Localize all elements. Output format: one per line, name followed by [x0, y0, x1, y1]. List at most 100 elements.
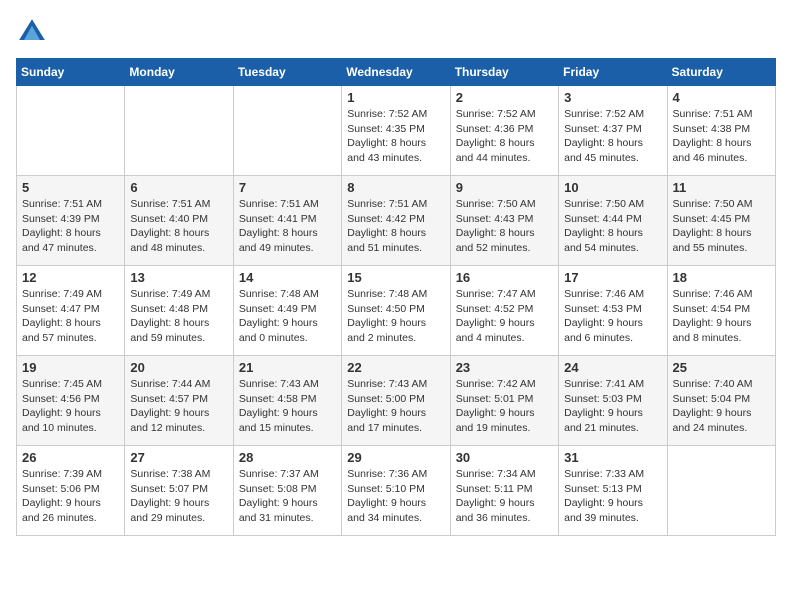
day-info: Sunrise: 7:50 AMSunset: 4:45 PMDaylight:… [673, 197, 770, 256]
weekday-header: Saturday [667, 59, 775, 86]
day-number: 17 [564, 270, 661, 285]
calendar-cell: 30 Sunrise: 7:34 AMSunset: 5:11 PMDaylig… [450, 446, 558, 536]
day-info: Sunrise: 7:39 AMSunset: 5:06 PMDaylight:… [22, 467, 119, 526]
day-info: Sunrise: 7:38 AMSunset: 5:07 PMDaylight:… [130, 467, 227, 526]
calendar-cell: 20 Sunrise: 7:44 AMSunset: 4:57 PMDaylig… [125, 356, 233, 446]
day-number: 26 [22, 450, 119, 465]
day-number: 10 [564, 180, 661, 195]
day-number: 19 [22, 360, 119, 375]
day-info: Sunrise: 7:50 AMSunset: 4:43 PMDaylight:… [456, 197, 553, 256]
day-info: Sunrise: 7:51 AMSunset: 4:42 PMDaylight:… [347, 197, 444, 256]
day-info: Sunrise: 7:49 AMSunset: 4:48 PMDaylight:… [130, 287, 227, 346]
calendar-week-row: 19 Sunrise: 7:45 AMSunset: 4:56 PMDaylig… [17, 356, 776, 446]
calendar-cell: 8 Sunrise: 7:51 AMSunset: 4:42 PMDayligh… [342, 176, 450, 266]
calendar-cell: 19 Sunrise: 7:45 AMSunset: 4:56 PMDaylig… [17, 356, 125, 446]
day-info: Sunrise: 7:52 AMSunset: 4:37 PMDaylight:… [564, 107, 661, 166]
day-number: 30 [456, 450, 553, 465]
calendar-cell: 28 Sunrise: 7:37 AMSunset: 5:08 PMDaylig… [233, 446, 341, 536]
day-number: 31 [564, 450, 661, 465]
day-number: 18 [673, 270, 770, 285]
day-number: 20 [130, 360, 227, 375]
calendar-week-row: 5 Sunrise: 7:51 AMSunset: 4:39 PMDayligh… [17, 176, 776, 266]
calendar-cell: 15 Sunrise: 7:48 AMSunset: 4:50 PMDaylig… [342, 266, 450, 356]
weekday-header: Thursday [450, 59, 558, 86]
calendar-cell [17, 86, 125, 176]
day-info: Sunrise: 7:46 AMSunset: 4:54 PMDaylight:… [673, 287, 770, 346]
day-info: Sunrise: 7:33 AMSunset: 5:13 PMDaylight:… [564, 467, 661, 526]
day-info: Sunrise: 7:51 AMSunset: 4:41 PMDaylight:… [239, 197, 336, 256]
day-info: Sunrise: 7:37 AMSunset: 5:08 PMDaylight:… [239, 467, 336, 526]
day-info: Sunrise: 7:45 AMSunset: 4:56 PMDaylight:… [22, 377, 119, 436]
day-info: Sunrise: 7:42 AMSunset: 5:01 PMDaylight:… [456, 377, 553, 436]
calendar-cell [233, 86, 341, 176]
calendar-cell: 11 Sunrise: 7:50 AMSunset: 4:45 PMDaylig… [667, 176, 775, 266]
logo [16, 16, 52, 48]
weekday-header: Monday [125, 59, 233, 86]
calendar-header-row: SundayMondayTuesdayWednesdayThursdayFrid… [17, 59, 776, 86]
day-number: 9 [456, 180, 553, 195]
day-number: 8 [347, 180, 444, 195]
day-info: Sunrise: 7:47 AMSunset: 4:52 PMDaylight:… [456, 287, 553, 346]
calendar-cell: 14 Sunrise: 7:48 AMSunset: 4:49 PMDaylig… [233, 266, 341, 356]
day-info: Sunrise: 7:34 AMSunset: 5:11 PMDaylight:… [456, 467, 553, 526]
calendar-cell: 3 Sunrise: 7:52 AMSunset: 4:37 PMDayligh… [559, 86, 667, 176]
day-number: 1 [347, 90, 444, 105]
day-number: 13 [130, 270, 227, 285]
calendar-cell: 5 Sunrise: 7:51 AMSunset: 4:39 PMDayligh… [17, 176, 125, 266]
day-number: 15 [347, 270, 444, 285]
calendar-cell [125, 86, 233, 176]
day-info: Sunrise: 7:51 AMSunset: 4:40 PMDaylight:… [130, 197, 227, 256]
day-info: Sunrise: 7:48 AMSunset: 4:49 PMDaylight:… [239, 287, 336, 346]
day-info: Sunrise: 7:43 AMSunset: 5:00 PMDaylight:… [347, 377, 444, 436]
weekday-header: Sunday [17, 59, 125, 86]
weekday-header: Friday [559, 59, 667, 86]
day-number: 23 [456, 360, 553, 375]
calendar-cell: 31 Sunrise: 7:33 AMSunset: 5:13 PMDaylig… [559, 446, 667, 536]
calendar-cell: 24 Sunrise: 7:41 AMSunset: 5:03 PMDaylig… [559, 356, 667, 446]
day-number: 2 [456, 90, 553, 105]
day-info: Sunrise: 7:51 AMSunset: 4:39 PMDaylight:… [22, 197, 119, 256]
day-number: 21 [239, 360, 336, 375]
calendar-cell: 10 Sunrise: 7:50 AMSunset: 4:44 PMDaylig… [559, 176, 667, 266]
calendar-cell: 4 Sunrise: 7:51 AMSunset: 4:38 PMDayligh… [667, 86, 775, 176]
day-number: 16 [456, 270, 553, 285]
logo-icon [16, 16, 48, 48]
calendar-cell: 1 Sunrise: 7:52 AMSunset: 4:35 PMDayligh… [342, 86, 450, 176]
day-number: 25 [673, 360, 770, 375]
day-number: 22 [347, 360, 444, 375]
calendar-cell: 16 Sunrise: 7:47 AMSunset: 4:52 PMDaylig… [450, 266, 558, 356]
day-info: Sunrise: 7:48 AMSunset: 4:50 PMDaylight:… [347, 287, 444, 346]
day-number: 27 [130, 450, 227, 465]
calendar-cell: 9 Sunrise: 7:50 AMSunset: 4:43 PMDayligh… [450, 176, 558, 266]
day-info: Sunrise: 7:52 AMSunset: 4:36 PMDaylight:… [456, 107, 553, 166]
calendar-table: SundayMondayTuesdayWednesdayThursdayFrid… [16, 58, 776, 536]
calendar-cell: 21 Sunrise: 7:43 AMSunset: 4:58 PMDaylig… [233, 356, 341, 446]
calendar-cell: 2 Sunrise: 7:52 AMSunset: 4:36 PMDayligh… [450, 86, 558, 176]
day-number: 5 [22, 180, 119, 195]
calendar-week-row: 26 Sunrise: 7:39 AMSunset: 5:06 PMDaylig… [17, 446, 776, 536]
day-number: 3 [564, 90, 661, 105]
day-number: 24 [564, 360, 661, 375]
day-info: Sunrise: 7:46 AMSunset: 4:53 PMDaylight:… [564, 287, 661, 346]
day-info: Sunrise: 7:36 AMSunset: 5:10 PMDaylight:… [347, 467, 444, 526]
weekday-header: Tuesday [233, 59, 341, 86]
day-number: 11 [673, 180, 770, 195]
day-number: 6 [130, 180, 227, 195]
day-info: Sunrise: 7:50 AMSunset: 4:44 PMDaylight:… [564, 197, 661, 256]
calendar-week-row: 12 Sunrise: 7:49 AMSunset: 4:47 PMDaylig… [17, 266, 776, 356]
calendar-cell: 23 Sunrise: 7:42 AMSunset: 5:01 PMDaylig… [450, 356, 558, 446]
calendar-cell [667, 446, 775, 536]
day-number: 28 [239, 450, 336, 465]
calendar-cell: 22 Sunrise: 7:43 AMSunset: 5:00 PMDaylig… [342, 356, 450, 446]
day-number: 14 [239, 270, 336, 285]
calendar-cell: 6 Sunrise: 7:51 AMSunset: 4:40 PMDayligh… [125, 176, 233, 266]
day-info: Sunrise: 7:49 AMSunset: 4:47 PMDaylight:… [22, 287, 119, 346]
calendar-cell: 25 Sunrise: 7:40 AMSunset: 5:04 PMDaylig… [667, 356, 775, 446]
day-info: Sunrise: 7:51 AMSunset: 4:38 PMDaylight:… [673, 107, 770, 166]
calendar-cell: 26 Sunrise: 7:39 AMSunset: 5:06 PMDaylig… [17, 446, 125, 536]
calendar-cell: 29 Sunrise: 7:36 AMSunset: 5:10 PMDaylig… [342, 446, 450, 536]
calendar-cell: 17 Sunrise: 7:46 AMSunset: 4:53 PMDaylig… [559, 266, 667, 356]
calendar-cell: 27 Sunrise: 7:38 AMSunset: 5:07 PMDaylig… [125, 446, 233, 536]
day-info: Sunrise: 7:52 AMSunset: 4:35 PMDaylight:… [347, 107, 444, 166]
calendar-week-row: 1 Sunrise: 7:52 AMSunset: 4:35 PMDayligh… [17, 86, 776, 176]
